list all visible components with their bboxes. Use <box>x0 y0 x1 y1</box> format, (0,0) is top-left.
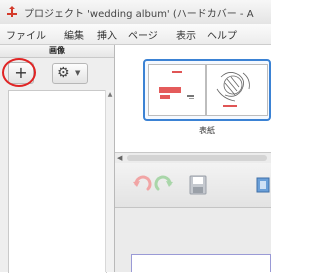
menu-file[interactable]: ファイル <box>6 27 46 42</box>
settings-dropdown-button[interactable]: ⚙ ▼ <box>52 63 88 84</box>
canvas-area <box>115 208 271 272</box>
images-panel: 画像 + ⚙ ▼ ▲ <box>0 45 115 273</box>
window-title: プロジェクト 'wedding album' (ハードカバー - A <box>24 9 254 20</box>
spread-label: 表紙 <box>199 126 215 135</box>
save-icon[interactable] <box>188 174 208 196</box>
editor-toolbar <box>115 163 271 208</box>
redo-icon[interactable] <box>154 175 174 195</box>
menu-edit[interactable]: 編集 <box>64 27 84 42</box>
menu-page[interactable]: ページ <box>128 27 158 42</box>
menu-insert[interactable]: 挿入 <box>97 27 117 42</box>
scrollbar-thumb[interactable] <box>127 155 267 161</box>
page-strip: 表紙 <box>115 45 271 155</box>
cover-back-art <box>159 71 194 99</box>
menu-bar: ファイル 編集 挿入 ページ 表示 ヘルプ <box>0 24 271 45</box>
panel-header: 画像 <box>0 45 114 58</box>
title-bar: プロジェクト 'wedding album' (ハードカバー - A <box>0 0 271 25</box>
cover-front-thumbnail <box>206 64 268 116</box>
canvas-page[interactable] <box>131 254 271 272</box>
cover-front-art <box>216 72 250 107</box>
chevron-down-icon: ▼ <box>75 69 81 77</box>
scroll-up-icon[interactable]: ▲ <box>106 90 114 99</box>
menu-help[interactable]: ヘルプ <box>207 27 237 42</box>
scroll-left-icon[interactable]: ◀ <box>117 153 122 163</box>
add-image-button[interactable]: + <box>8 62 34 84</box>
image-list[interactable] <box>8 90 107 273</box>
undo-icon[interactable] <box>132 175 152 195</box>
menu-view[interactable]: 表示 <box>176 27 196 42</box>
cover-back-thumbnail <box>148 64 206 116</box>
gear-icon: ⚙ <box>57 65 70 81</box>
app-icon <box>7 6 17 17</box>
tool-icon[interactable] <box>255 174 271 196</box>
panel-title: 画像 <box>49 46 65 55</box>
panel-scrollbar[interactable]: ▲ <box>105 90 114 272</box>
